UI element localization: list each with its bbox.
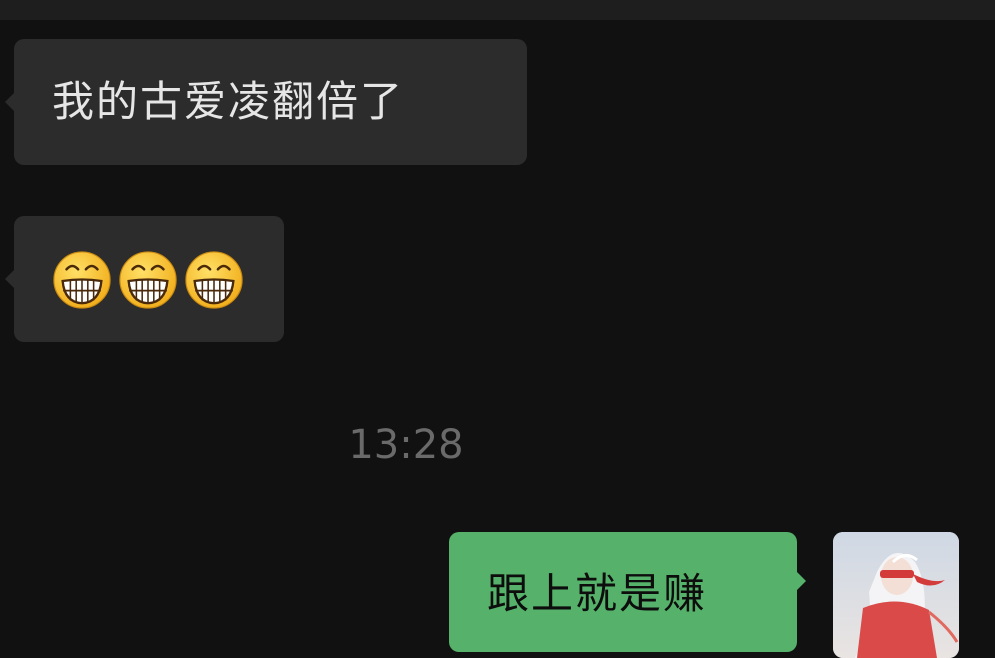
- grinning-face-icon: [185, 251, 243, 309]
- top-bar: [0, 0, 995, 20]
- grinning-face-icon: [119, 251, 177, 309]
- user-avatar[interactable]: [833, 532, 959, 658]
- incoming-emoji-message-bubble[interactable]: [5, 216, 284, 342]
- message-timestamp: 13:28: [348, 422, 464, 468]
- grinning-face-icon: [53, 251, 111, 309]
- incoming-message-bubble[interactable]: 我的古爱凌翻倍了: [5, 39, 527, 165]
- message-text: 跟上就是赚: [487, 569, 708, 618]
- message-text: 我的古爱凌翻倍了: [52, 77, 405, 126]
- outgoing-message-bubble[interactable]: 跟上就是赚: [449, 532, 806, 652]
- emoji-row: [51, 249, 245, 311]
- avatar-image: [833, 532, 959, 658]
